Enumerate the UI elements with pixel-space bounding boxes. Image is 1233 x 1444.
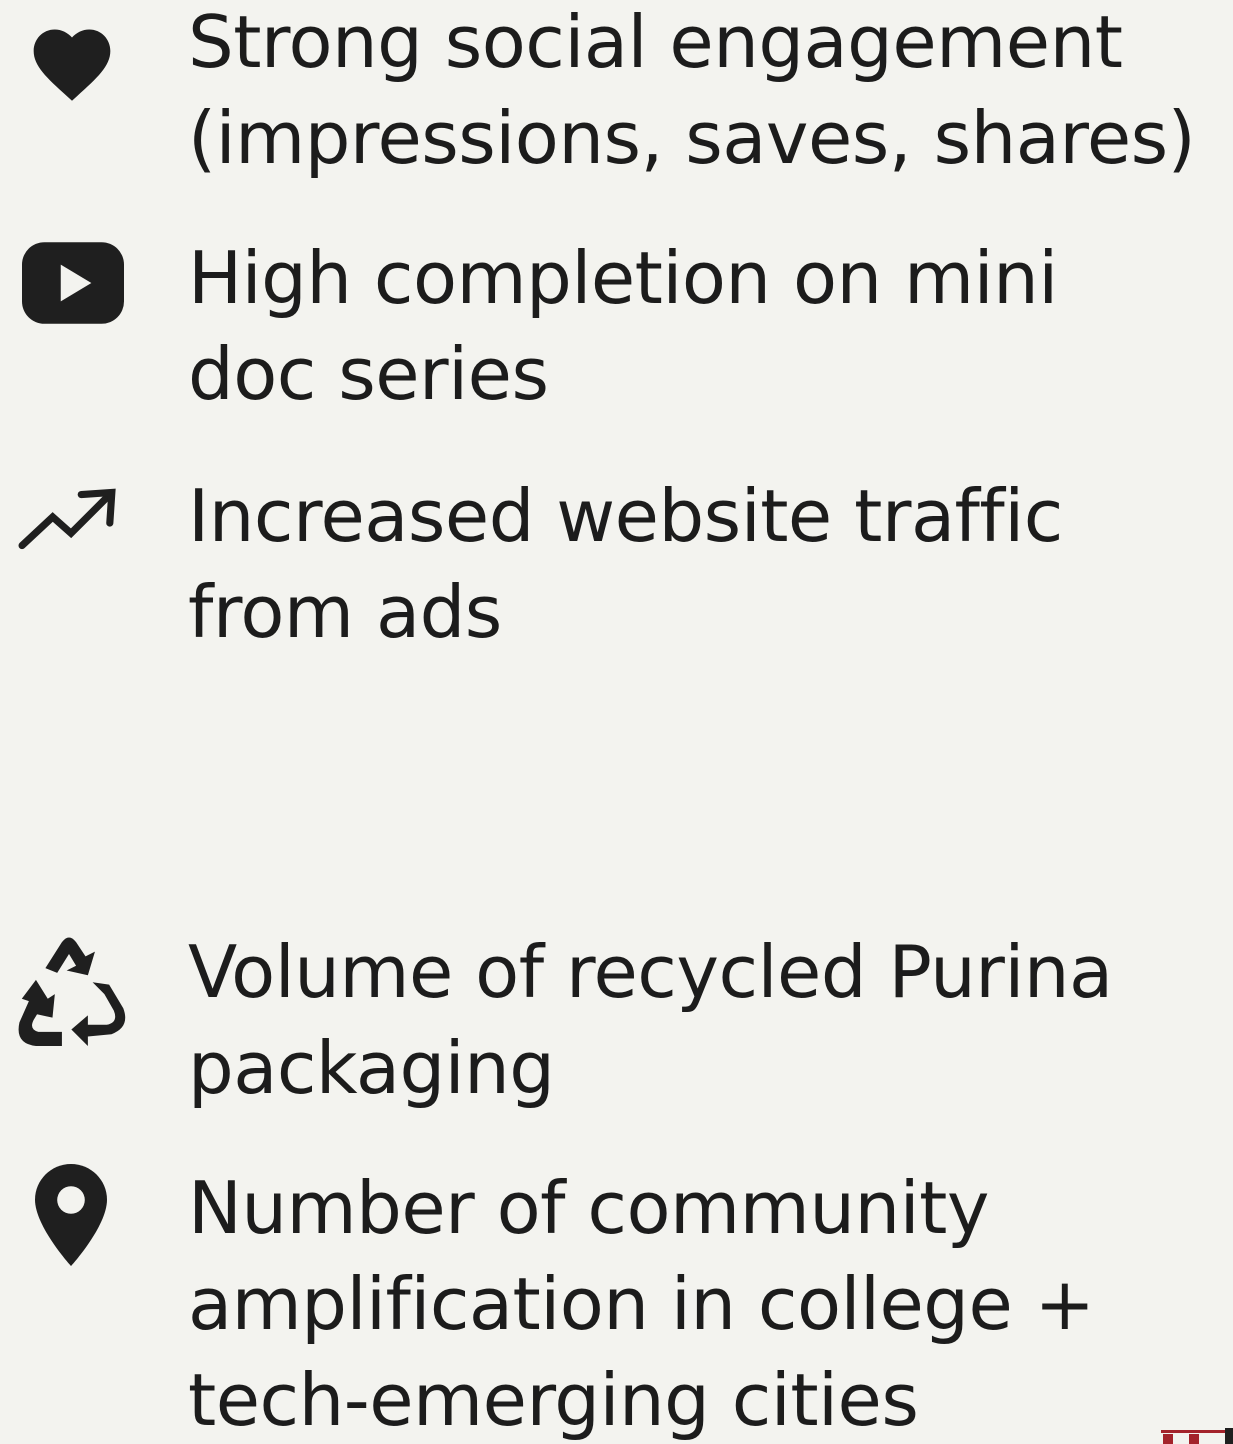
metric-text: Number of community amplification in col… (188, 1160, 1228, 1444)
metric-item-website-traffic: Increased website traffic from ads (0, 468, 1233, 668)
recycle-icon (18, 937, 126, 1046)
metric-item-recycled-packaging: Volume of recycled Purina packaging (0, 922, 1233, 1122)
metric-text-line: doc series (188, 332, 549, 416)
metric-text-line: tech-emerging cities (188, 1358, 919, 1442)
metric-text-line: from ads (188, 570, 502, 654)
location-pin-icon (35, 1164, 107, 1266)
trending-up-icon (18, 488, 116, 550)
metric-text: Increased website traffic from ads (188, 468, 1228, 660)
metric-text-line: High completion on mini (188, 236, 1058, 320)
heart-icon (33, 29, 111, 101)
metric-text-line: Strong social engagement (188, 0, 1123, 84)
metric-text-line: Increased website traffic (188, 474, 1063, 558)
metric-item-community-amplification: Number of community amplification in col… (0, 1160, 1233, 1444)
corner-logo-fragment (1159, 1428, 1233, 1444)
metric-text-line: packaging (188, 1026, 555, 1110)
metric-text: Volume of recycled Purina packaging (188, 924, 1228, 1116)
metric-item-completion: High completion on mini doc series (0, 230, 1233, 430)
metric-text-line: amplification in college + (188, 1262, 1095, 1346)
metric-text: Strong social engagement (impressions, s… (188, 0, 1228, 186)
metric-item-social-engagement: Strong social engagement (impressions, s… (0, 0, 1233, 200)
play-button-icon (22, 242, 124, 324)
metric-text: High completion on mini doc series (188, 230, 1228, 422)
metric-text-line: (impressions, saves, shares) (188, 96, 1196, 180)
metric-text-line: Volume of recycled Purina (188, 930, 1113, 1014)
metric-text-line: Number of community (188, 1166, 989, 1250)
